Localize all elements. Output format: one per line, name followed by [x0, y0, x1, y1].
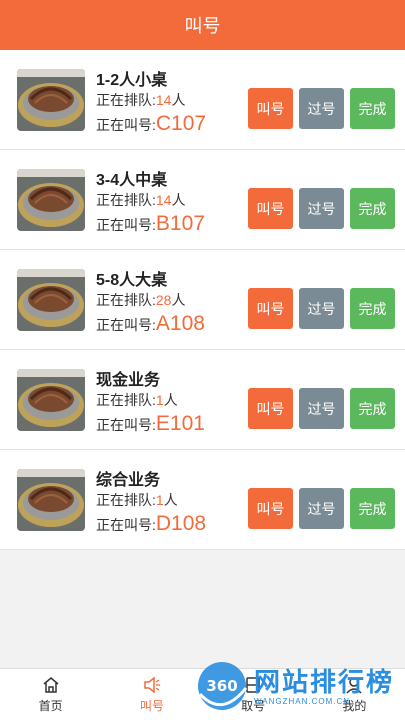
calling-prefix-label: 正在叫号: [96, 117, 156, 133]
row-info: 1-2人小桌 正在排队:14人 正在叫号: C107 [96, 50, 248, 149]
done-button[interactable]: 完成 [350, 288, 395, 329]
table-type-title: 5-8人大桌 [96, 272, 168, 289]
dish-thumbnail [17, 68, 85, 131]
watermark-text: 网站排行榜 WANGZHAN.COM.CN [254, 667, 394, 706]
watermark-logo: 360 [198, 662, 248, 710]
row-actions: 叫号 过号 完成 [248, 488, 395, 529]
queue-count-text: 正在排队:14人 [96, 90, 185, 110]
queue-list: 1-2人小桌 正在排队:14人 正在叫号: C107 叫号 过号 完成 3-4人… [0, 50, 405, 550]
home-icon [43, 677, 59, 693]
queue-prefix-label: 正在排队: [96, 492, 156, 508]
table-type-title: 综合业务 [96, 472, 161, 489]
queue-unit-label: 人 [171, 192, 186, 208]
queue-count-text: 正在排队:28人 [96, 290, 185, 310]
row-info: 5-8人大桌 正在排队:28人 正在叫号: A108 [96, 250, 248, 349]
table-type-title: 现金业务 [96, 372, 161, 389]
table-type-title: 3-4人中桌 [96, 172, 168, 189]
calling-code: E101 [155, 412, 205, 435]
calling-text: 正在叫号: B107 [96, 212, 205, 236]
call-button[interactable]: 叫号 [248, 188, 293, 229]
skip-button[interactable]: 过号 [299, 288, 344, 329]
done-button[interactable]: 完成 [350, 388, 395, 429]
row-info: 现金业务 正在排队:1人 正在叫号: E101 [96, 350, 248, 449]
queue-count-text: 正在排队:14人 [96, 190, 185, 210]
queue-row: 5-8人大桌 正在排队:28人 正在叫号: A108 叫号 过号 完成 [0, 250, 405, 350]
queue-count: 28 [155, 292, 172, 308]
queue-prefix-label: 正在排队: [96, 192, 156, 208]
calling-prefix-label: 正在叫号: [96, 217, 156, 233]
dish-thumbnail [17, 268, 85, 331]
calling-code: C107 [155, 112, 207, 135]
calling-text: 正在叫号: E101 [96, 412, 205, 436]
queue-count-text: 正在排队:1人 [96, 390, 178, 410]
queue-count: 14 [155, 192, 172, 208]
calling-text: 正在叫号: D108 [96, 512, 206, 536]
tab-label: 首页 [38, 699, 63, 713]
call-button[interactable]: 叫号 [248, 388, 293, 429]
queue-count: 1 [155, 392, 164, 408]
calling-prefix-label: 正在叫号: [96, 417, 156, 433]
watermark-sub: WANGZHAN.COM.CN [254, 696, 351, 706]
skip-button[interactable]: 过号 [299, 188, 344, 229]
calling-text: 正在叫号: A108 [96, 312, 205, 336]
queue-row: 3-4人中桌 正在排队:14人 正在叫号: B107 叫号 过号 完成 [0, 150, 405, 250]
calling-code: B107 [155, 212, 205, 235]
call-button[interactable]: 叫号 [248, 88, 293, 129]
calling-text: 正在叫号: C107 [96, 112, 206, 136]
row-actions: 叫号 过号 完成 [248, 88, 395, 129]
tab-home[interactable]: 首页 [0, 669, 101, 720]
tab-call[interactable]: 叫号 [101, 669, 202, 720]
done-button[interactable]: 完成 [350, 88, 395, 129]
watermark-logo-text: 360 [206, 677, 237, 695]
queue-unit-label: 人 [163, 392, 178, 408]
calling-code: D108 [155, 512, 207, 535]
queue-row: 现金业务 正在排队:1人 正在叫号: E101 叫号 过号 完成 [0, 350, 405, 450]
done-button[interactable]: 完成 [350, 488, 395, 529]
speaker-icon [144, 676, 160, 694]
queue-row: 综合业务 正在排队:1人 正在叫号: D108 叫号 过号 完成 [0, 450, 405, 550]
queue-count-text: 正在排队:1人 [96, 490, 178, 510]
row-info: 综合业务 正在排队:1人 正在叫号: D108 [96, 450, 248, 549]
tab-label: 叫号 [139, 699, 164, 713]
row-info: 3-4人中桌 正在排队:14人 正在叫号: B107 [96, 150, 248, 249]
dish-thumbnail [17, 468, 85, 531]
queue-prefix-label: 正在排队: [96, 92, 156, 108]
queue-prefix-label: 正在排队: [96, 392, 156, 408]
table-type-title: 1-2人小桌 [96, 72, 168, 89]
call-button[interactable]: 叫号 [248, 288, 293, 329]
queue-count: 14 [155, 92, 172, 108]
queue-prefix-label: 正在排队: [96, 292, 156, 308]
skip-button[interactable]: 过号 [299, 488, 344, 529]
done-button[interactable]: 完成 [350, 188, 395, 229]
watermark: 360 网站排行榜 WANGZHAN.COM.CN [194, 655, 399, 717]
call-button[interactable]: 叫号 [248, 488, 293, 529]
queue-count: 1 [155, 492, 164, 508]
queue-unit-label: 人 [171, 92, 186, 108]
row-actions: 叫号 过号 完成 [248, 188, 395, 229]
dish-thumbnail [17, 168, 85, 231]
queue-row: 1-2人小桌 正在排队:14人 正在叫号: C107 叫号 过号 完成 [0, 50, 405, 150]
watermark-main: 网站排行榜 [254, 666, 395, 697]
calling-prefix-label: 正在叫号: [96, 517, 156, 533]
queue-unit-label: 人 [171, 292, 186, 308]
calling-code: A108 [155, 312, 205, 335]
queue-unit-label: 人 [163, 492, 178, 508]
header-bar: 叫号 [0, 0, 405, 50]
calling-prefix-label: 正在叫号: [96, 317, 156, 333]
page-title: 叫号 [184, 16, 221, 36]
skip-button[interactable]: 过号 [299, 88, 344, 129]
skip-button[interactable]: 过号 [299, 388, 344, 429]
row-actions: 叫号 过号 完成 [248, 288, 395, 329]
row-actions: 叫号 过号 完成 [248, 388, 395, 429]
dish-thumbnail [17, 368, 85, 431]
